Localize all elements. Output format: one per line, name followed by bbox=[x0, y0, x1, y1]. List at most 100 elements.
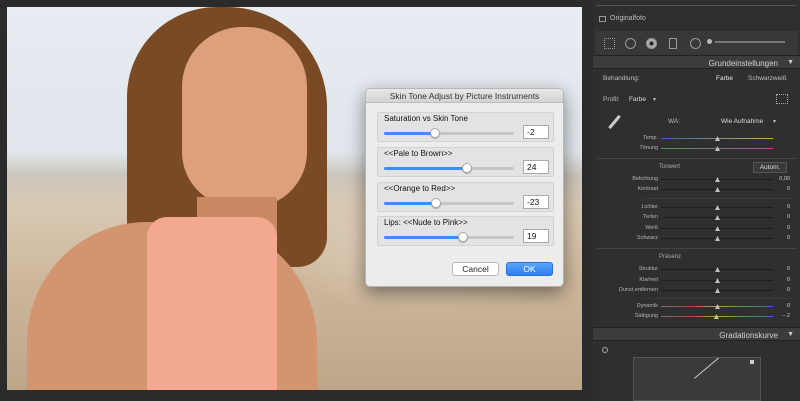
pale-brown-slider[interactable] bbox=[384, 163, 514, 173]
slider-knob[interactable] bbox=[715, 205, 720, 210]
vibrance-value[interactable]: 0 bbox=[787, 303, 790, 309]
vibrance-row[interactable]: Dynamik 0 bbox=[593, 302, 800, 311]
blacks-value[interactable]: 0 bbox=[787, 235, 790, 241]
tint-slider[interactable] bbox=[661, 146, 773, 151]
lips-slider[interactable] bbox=[384, 232, 514, 242]
slider-knob[interactable] bbox=[715, 267, 720, 272]
slider-knob[interactable] bbox=[715, 304, 720, 309]
target-adjust-icon[interactable] bbox=[602, 347, 608, 353]
temp-slider[interactable] bbox=[661, 136, 773, 141]
highlights-value[interactable]: 0 bbox=[787, 204, 790, 210]
whites-row[interactable]: Weiß 0 bbox=[593, 224, 800, 233]
saturation-value-field[interactable]: -2 bbox=[523, 125, 549, 139]
tone-curve-graph[interactable] bbox=[633, 357, 761, 401]
slider-knob[interactable] bbox=[715, 288, 720, 293]
tone-curve-section-header[interactable]: Gradationskurve ▼ bbox=[593, 327, 800, 341]
shadows-value[interactable]: 0 bbox=[787, 214, 790, 220]
slider-knob[interactable] bbox=[715, 187, 720, 192]
brush-icon[interactable] bbox=[707, 39, 712, 44]
slider-knob[interactable] bbox=[715, 215, 720, 220]
red-eye-icon[interactable] bbox=[646, 38, 657, 49]
wb-label: WA: bbox=[668, 118, 681, 125]
pale-brown-value-field[interactable]: 24 bbox=[523, 160, 549, 174]
curve-point[interactable] bbox=[750, 360, 754, 364]
presence-section-title: Präsenz bbox=[659, 254, 682, 260]
slider-group-lips: Lips: <<Nude to Pink>> 19 bbox=[377, 216, 554, 246]
dehaze-value[interactable]: 0 bbox=[787, 287, 790, 293]
contrast-slider[interactable] bbox=[661, 187, 773, 192]
slider-label: Lips: <<Nude to Pink>> bbox=[384, 218, 468, 227]
tint-label: Tönung bbox=[639, 145, 658, 151]
temp-row[interactable]: Temp. bbox=[593, 134, 800, 143]
eyedropper-icon[interactable] bbox=[606, 114, 622, 130]
texture-value[interactable]: 0 bbox=[787, 266, 790, 272]
tint-row[interactable]: Tönung bbox=[593, 144, 800, 153]
slider-knob[interactable] bbox=[715, 177, 720, 182]
saturation-slider[interactable] bbox=[384, 128, 514, 138]
slider-knob[interactable] bbox=[715, 136, 720, 141]
exposure-value[interactable]: 0,00 bbox=[779, 176, 790, 182]
wb-select[interactable]: Wie Aufnahme bbox=[721, 118, 763, 125]
orange-red-slider[interactable] bbox=[384, 198, 514, 208]
brush-size-slider[interactable] bbox=[715, 41, 785, 43]
ok-button[interactable]: OK bbox=[506, 262, 553, 276]
saturation-slider[interactable] bbox=[661, 314, 773, 319]
contrast-value[interactable]: 0 bbox=[787, 186, 790, 192]
slider-knob[interactable] bbox=[715, 278, 720, 283]
dehaze-slider[interactable] bbox=[661, 288, 773, 293]
vibrance-slider[interactable] bbox=[661, 304, 773, 309]
clarity-slider[interactable] bbox=[661, 278, 773, 283]
chevron-down-icon[interactable]: ▾ bbox=[653, 96, 656, 103]
chevron-down-icon[interactable]: ▾ bbox=[773, 118, 776, 125]
orange-red-value-field[interactable]: -23 bbox=[523, 195, 549, 209]
slider-knob[interactable] bbox=[462, 163, 473, 173]
whites-slider[interactable] bbox=[661, 226, 773, 231]
exposure-slider[interactable] bbox=[661, 177, 773, 182]
collapse-triangle-icon[interactable]: ▼ bbox=[787, 331, 794, 338]
slider-group-pale-brown: <<Pale to Brown>> 24 bbox=[377, 147, 554, 177]
profile-select[interactable]: Farbe bbox=[629, 96, 646, 103]
shadows-slider[interactable] bbox=[661, 215, 773, 220]
collapse-triangle-icon[interactable]: ▼ bbox=[787, 59, 794, 66]
contrast-row[interactable]: Kontrast 0 bbox=[593, 185, 800, 194]
slider-knob[interactable] bbox=[429, 128, 440, 138]
treatment-bw-button[interactable]: Schwarzweiß bbox=[748, 75, 787, 82]
slider-label: <<Pale to Brown>> bbox=[384, 149, 453, 158]
slider-group-orange-red: <<Orange to Red>> -23 bbox=[377, 182, 554, 212]
slider-knob[interactable] bbox=[715, 236, 720, 241]
highlights-slider[interactable] bbox=[661, 205, 773, 210]
slider-knob[interactable] bbox=[715, 226, 720, 231]
slider-knob[interactable] bbox=[715, 146, 720, 151]
section-title: Gradationskurve bbox=[719, 331, 778, 340]
shadows-row[interactable]: Tiefen 0 bbox=[593, 213, 800, 222]
checkbox-original[interactable] bbox=[599, 16, 606, 22]
radial-filter-icon[interactable] bbox=[690, 38, 701, 49]
whites-value[interactable]: 0 bbox=[787, 225, 790, 231]
clarity-value[interactable]: 0 bbox=[787, 277, 790, 283]
texture-slider[interactable] bbox=[661, 267, 773, 272]
texture-row[interactable]: Struktur 0 bbox=[593, 265, 800, 274]
saturation-row[interactable]: Sättigung – 2 bbox=[593, 312, 800, 321]
blacks-slider[interactable] bbox=[661, 236, 773, 241]
profile-browser-icon[interactable] bbox=[776, 94, 788, 104]
slider-knob[interactable] bbox=[458, 232, 469, 242]
cancel-button[interactable]: Cancel bbox=[452, 262, 499, 276]
basic-section-header[interactable]: Grundeinstellungen ▼ bbox=[593, 55, 800, 69]
original-photo-label: Originalfoto bbox=[610, 15, 646, 22]
treatment-color-button[interactable]: Farbe bbox=[716, 75, 733, 82]
highlights-row[interactable]: Lichter 0 bbox=[593, 203, 800, 212]
dehaze-row[interactable]: Dunst entfernen 0 bbox=[593, 286, 800, 295]
slider-knob[interactable] bbox=[713, 314, 719, 319]
saturation-value[interactable]: – 2 bbox=[782, 313, 790, 319]
blacks-row[interactable]: Schwarz 0 bbox=[593, 234, 800, 243]
photo-top bbox=[147, 217, 277, 390]
spot-removal-icon[interactable] bbox=[625, 38, 636, 49]
exposure-row[interactable]: Belichtung 0,00 bbox=[593, 175, 800, 184]
crop-icon[interactable] bbox=[604, 38, 615, 49]
auto-button[interactable]: Autom. bbox=[753, 162, 787, 173]
skin-tone-dialog: Skin Tone Adjust by Picture Instruments … bbox=[365, 88, 564, 287]
slider-knob[interactable] bbox=[431, 198, 441, 208]
graduated-filter-icon[interactable] bbox=[669, 38, 677, 49]
clarity-row[interactable]: Klarheit 0 bbox=[593, 276, 800, 285]
lips-value-field[interactable]: 19 bbox=[523, 229, 549, 243]
